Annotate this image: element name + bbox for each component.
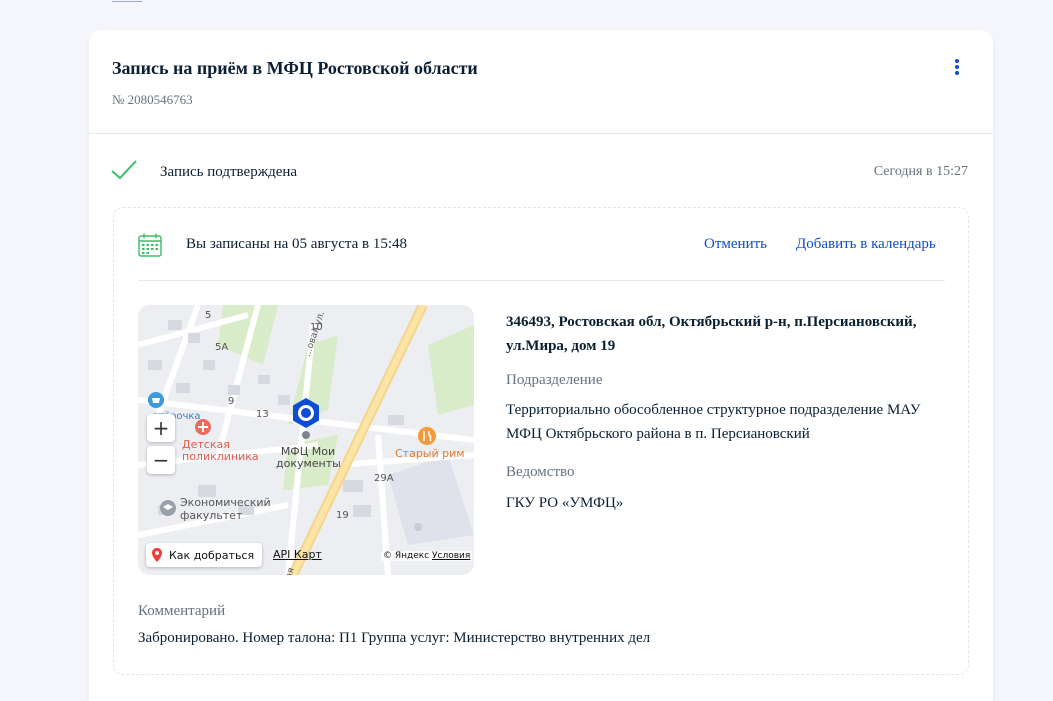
map-label: 5 — [205, 310, 212, 321]
zoom-in-button[interactable]: + — [147, 414, 175, 442]
division-value: Территориально обособленное структурное … — [506, 402, 921, 442]
add-to-calendar-link[interactable]: Добавить в календарь — [796, 236, 936, 253]
map-label: 5А — [215, 342, 229, 353]
cancel-appointment-link[interactable]: Отменить — [704, 236, 767, 253]
route-button[interactable]: Как добраться — [146, 543, 263, 567]
card-header: Запись на приём в МФЦ Ростовской области… — [89, 30, 993, 134]
appointment-card: Запись на приём в МФЦ Ростовской области… — [89, 30, 993, 701]
division-label: Подразделение — [506, 372, 603, 388]
calendar-icon — [138, 233, 162, 257]
map-label: 9 — [228, 396, 235, 407]
checkmark-icon — [111, 160, 137, 180]
map-label: 19 — [336, 510, 349, 521]
more-options-button[interactable] — [949, 56, 965, 78]
map-label: 29А — [374, 473, 394, 484]
appointment-details: Вы записаны на 05 августа в 15:48 Отмени… — [113, 207, 969, 675]
divider — [138, 280, 945, 281]
api-maps-link[interactable]: API Карт — [273, 548, 322, 561]
route-button-label: Как добраться — [169, 548, 255, 562]
faculty-icon — [160, 500, 176, 516]
status-time: Сегодня в 15:27 — [873, 164, 968, 179]
shop-icon — [148, 392, 164, 408]
location-pin-icon — [293, 398, 319, 439]
application-number: № 2080546763 — [112, 92, 193, 107]
comment-label: Комментарий — [138, 603, 226, 619]
kebab-dot-icon — [955, 71, 959, 75]
copyright-text: © Яндекс — [383, 551, 430, 561]
agency-value: ГКУ РО «УМФЦ» — [506, 495, 624, 511]
kebab-dot-icon — [955, 59, 959, 63]
terms-link[interactable]: Условия — [432, 551, 470, 561]
zoom-out-button[interactable]: − — [147, 446, 175, 474]
map-place-label: МФЦ Мои документы — [276, 445, 341, 470]
map-poi-label: Старый рим — [395, 447, 465, 460]
office-address: 346493, Ростовская обл, Октябрьский р-н,… — [506, 314, 917, 354]
status-text: Запись подтверждена — [160, 164, 298, 180]
clinic-icon — [195, 419, 211, 435]
status-row: Запись подтверждена Сегодня в 15:27 — [89, 134, 993, 206]
cafe-icon — [418, 427, 436, 445]
comment-value: Забронировано. Номер талона: П1 Группа у… — [138, 630, 651, 646]
card-title: Запись на приём в МФЦ Ростовской области — [112, 58, 478, 78]
map-pin-icon — [152, 548, 162, 562]
map-label: 13 — [256, 409, 269, 420]
agency-label: Ведомство — [506, 464, 575, 480]
map-copyright: © Яндекс Условия — [381, 551, 473, 561]
appointment-date-text: Вы записаны на 05 августа в 15:48 — [186, 236, 408, 252]
kebab-dot-icon — [955, 65, 959, 69]
top-link-fragment[interactable] — [112, 0, 142, 2]
map-poi-label: Экономический факультет — [180, 496, 271, 522]
location-map[interactable]: 10 5 5А 9 13 29А 19 ...овая ул. ая ятёро… — [138, 305, 474, 575]
